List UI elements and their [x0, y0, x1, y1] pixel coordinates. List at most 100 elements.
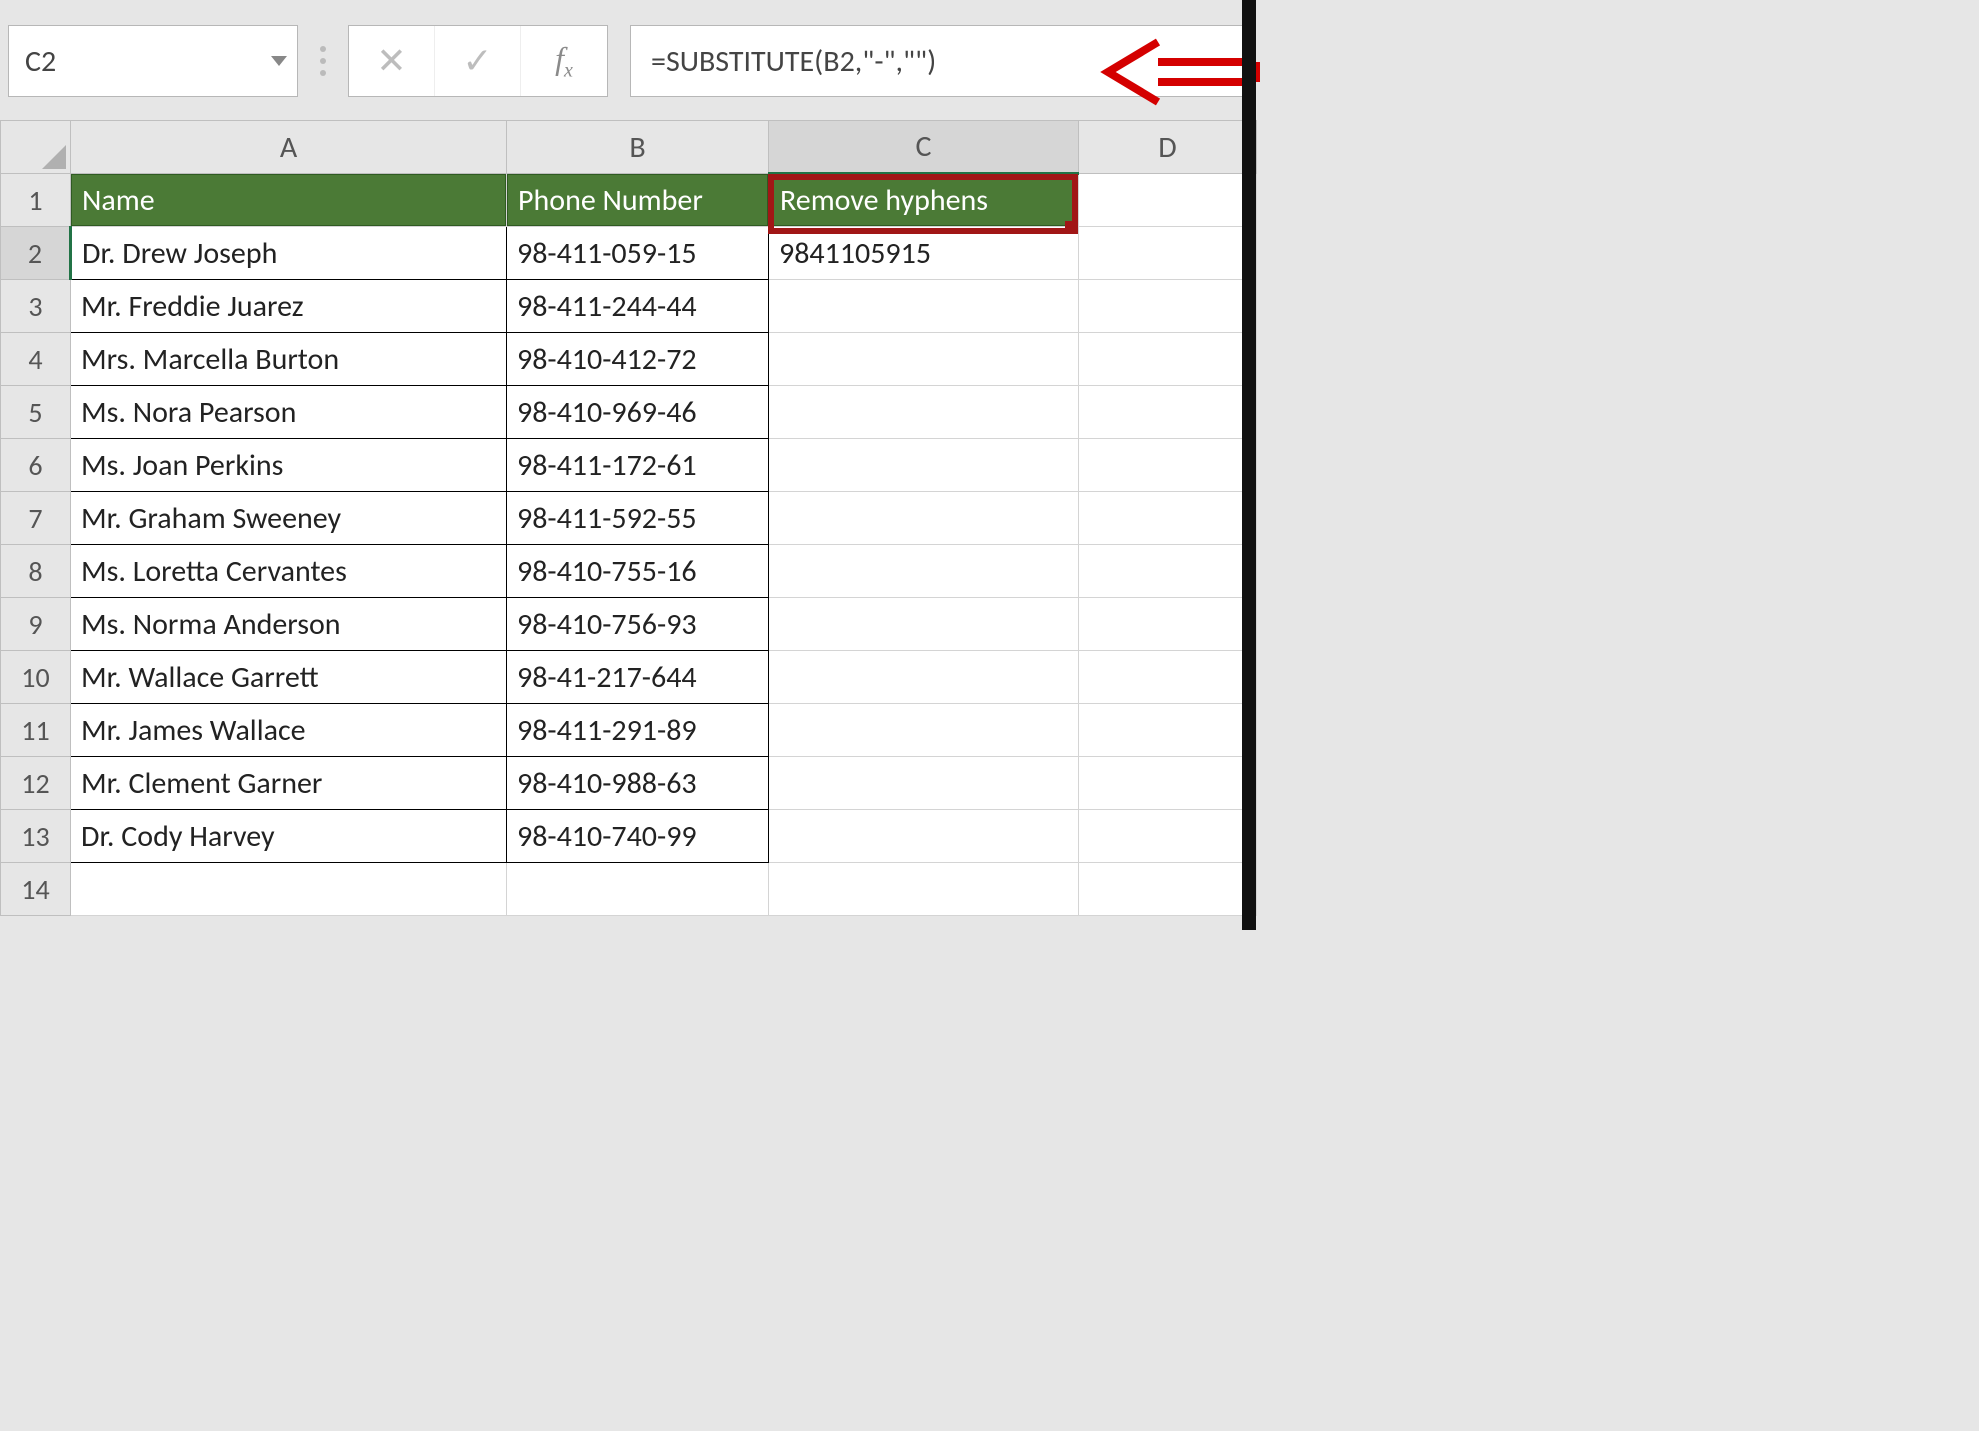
row-9: 9 Ms. Norma Anderson 98-410-756-93: [1, 598, 1257, 651]
column-header-row: A B C D: [1, 121, 1257, 174]
row-header-14[interactable]: 14: [1, 863, 71, 916]
cell-B14[interactable]: [507, 863, 769, 916]
cell-A8[interactable]: Ms. Loretta Cervantes: [71, 545, 507, 598]
cell-D1[interactable]: [1079, 174, 1257, 227]
name-box-value: C2: [25, 43, 56, 80]
cell-C2[interactable]: 9841105915: [769, 227, 1079, 280]
cell-A4[interactable]: Mrs. Marcella Burton: [71, 333, 507, 386]
cell-A14[interactable]: [71, 863, 507, 916]
row-1: 1 Name Phone Number Remove hyphens: [1, 174, 1257, 227]
cell-A5[interactable]: Ms. Nora Pearson: [71, 386, 507, 439]
select-all-corner[interactable]: [1, 121, 71, 174]
cell-B12[interactable]: 98-410-988-63: [507, 757, 769, 810]
cell-D12[interactable]: [1079, 757, 1257, 810]
header-cell-remove-hyphens[interactable]: Remove hyphens: [769, 175, 1078, 226]
cell-B10[interactable]: 98-41-217-644: [507, 651, 769, 704]
drag-handle-icon[interactable]: [320, 46, 326, 76]
cell-C7[interactable]: [769, 492, 1079, 545]
row-header-2[interactable]: 2: [1, 227, 71, 280]
cell-D10[interactable]: [1079, 651, 1257, 704]
cell-D11[interactable]: [1079, 704, 1257, 757]
cell-A3[interactable]: Mr. Freddie Juarez: [71, 280, 507, 333]
cell-D7[interactable]: [1079, 492, 1257, 545]
cell-A11[interactable]: Mr. James Wallace: [71, 704, 507, 757]
cell-B6[interactable]: 98-411-172-61: [507, 439, 769, 492]
cell-C4[interactable]: [769, 333, 1079, 386]
cell-D4[interactable]: [1079, 333, 1257, 386]
row-header-3[interactable]: 3: [1, 280, 71, 333]
cell-B2[interactable]: 98-411-059-15: [507, 227, 769, 280]
row-6: 6 Ms. Joan Perkins 98-411-172-61: [1, 439, 1257, 492]
cell-C13[interactable]: [769, 810, 1079, 863]
worksheet[interactable]: A B C D 1 Name Phone Number Remove hyphe…: [0, 120, 1256, 916]
cell-A9[interactable]: Ms. Norma Anderson: [71, 598, 507, 651]
column-header-D[interactable]: D: [1079, 121, 1257, 174]
row-header-8[interactable]: 8: [1, 545, 71, 598]
cell-D2[interactable]: [1079, 227, 1257, 280]
cancel-button[interactable]: ✕: [349, 26, 435, 96]
grid[interactable]: A B C D 1 Name Phone Number Remove hyphe…: [0, 120, 1257, 916]
header-cell-name[interactable]: Name: [71, 174, 506, 226]
row-header-12[interactable]: 12: [1, 757, 71, 810]
cell-A2[interactable]: Dr. Drew Joseph: [71, 227, 507, 280]
row-header-10[interactable]: 10: [1, 651, 71, 704]
cell-B7[interactable]: 98-411-592-55: [507, 492, 769, 545]
row-13: 13 Dr. Cody Harvey 98-410-740-99: [1, 810, 1257, 863]
row-header-1[interactable]: 1: [1, 174, 71, 227]
column-header-B[interactable]: B: [507, 121, 769, 174]
cell-B8[interactable]: 98-410-755-16: [507, 545, 769, 598]
cell-C6[interactable]: [769, 439, 1079, 492]
enter-button[interactable]: ✓: [435, 26, 521, 96]
excel-window: C2 ✕ ✓ fx =SUBSTITUTE(B2,"-",""): [0, 0, 1256, 930]
cell-B13[interactable]: 98-410-740-99: [507, 810, 769, 863]
row-header-5[interactable]: 5: [1, 386, 71, 439]
header-cell-phone[interactable]: Phone Number: [507, 174, 768, 226]
cell-B4[interactable]: 98-410-412-72: [507, 333, 769, 386]
row-header-7[interactable]: 7: [1, 492, 71, 545]
column-header-C[interactable]: C: [769, 121, 1079, 174]
cell-D8[interactable]: [1079, 545, 1257, 598]
name-box[interactable]: C2: [8, 25, 298, 97]
cell-C3[interactable]: [769, 280, 1079, 333]
row-12: 12 Mr. Clement Garner 98-410-988-63: [1, 757, 1257, 810]
cell-B9[interactable]: 98-410-756-93: [507, 598, 769, 651]
cell-A6[interactable]: Ms. Joan Perkins: [71, 439, 507, 492]
insert-function-button[interactable]: fx: [521, 26, 607, 96]
cell-C12[interactable]: [769, 757, 1079, 810]
row-header-13[interactable]: 13: [1, 810, 71, 863]
row-11: 11 Mr. James Wallace 98-411-291-89: [1, 704, 1257, 757]
cell-D9[interactable]: [1079, 598, 1257, 651]
chevron-down-icon[interactable]: [271, 56, 287, 66]
cell-C14[interactable]: [769, 863, 1079, 916]
cell-B3[interactable]: 98-411-244-44: [507, 280, 769, 333]
x-icon: ✕: [376, 39, 406, 83]
cell-D5[interactable]: [1079, 386, 1257, 439]
row-14: 14: [1, 863, 1257, 916]
row-header-11[interactable]: 11: [1, 704, 71, 757]
cell-C11[interactable]: [769, 704, 1079, 757]
cell-C8[interactable]: [769, 545, 1079, 598]
cell-C10[interactable]: [769, 651, 1079, 704]
cell-A13[interactable]: Dr. Cody Harvey: [71, 810, 507, 863]
cell-A12[interactable]: Mr. Clement Garner: [71, 757, 507, 810]
row-header-9[interactable]: 9: [1, 598, 71, 651]
row-5: 5 Ms. Nora Pearson 98-410-969-46: [1, 386, 1257, 439]
cell-B11[interactable]: 98-411-291-89: [507, 704, 769, 757]
cell-B5[interactable]: 98-410-969-46: [507, 386, 769, 439]
cell-A10[interactable]: Mr. Wallace Garrett: [71, 651, 507, 704]
row-8: 8 Ms. Loretta Cervantes 98-410-755-16: [1, 545, 1257, 598]
formula-input[interactable]: =SUBSTITUTE(B2,"-",""): [630, 25, 1248, 97]
cell-D3[interactable]: [1079, 280, 1257, 333]
column-header-A[interactable]: A: [71, 121, 507, 174]
cell-D13[interactable]: [1079, 810, 1257, 863]
check-icon: ✓: [462, 39, 492, 83]
row-7: 7 Mr. Graham Sweeney 98-411-592-55: [1, 492, 1257, 545]
row-header-4[interactable]: 4: [1, 333, 71, 386]
cell-D14[interactable]: [1079, 863, 1257, 916]
cell-A7[interactable]: Mr. Graham Sweeney: [71, 492, 507, 545]
cell-C5[interactable]: [769, 386, 1079, 439]
cell-C9[interactable]: [769, 598, 1079, 651]
formula-buttons: ✕ ✓ fx: [348, 25, 608, 97]
row-header-6[interactable]: 6: [1, 439, 71, 492]
cell-D6[interactable]: [1079, 439, 1257, 492]
